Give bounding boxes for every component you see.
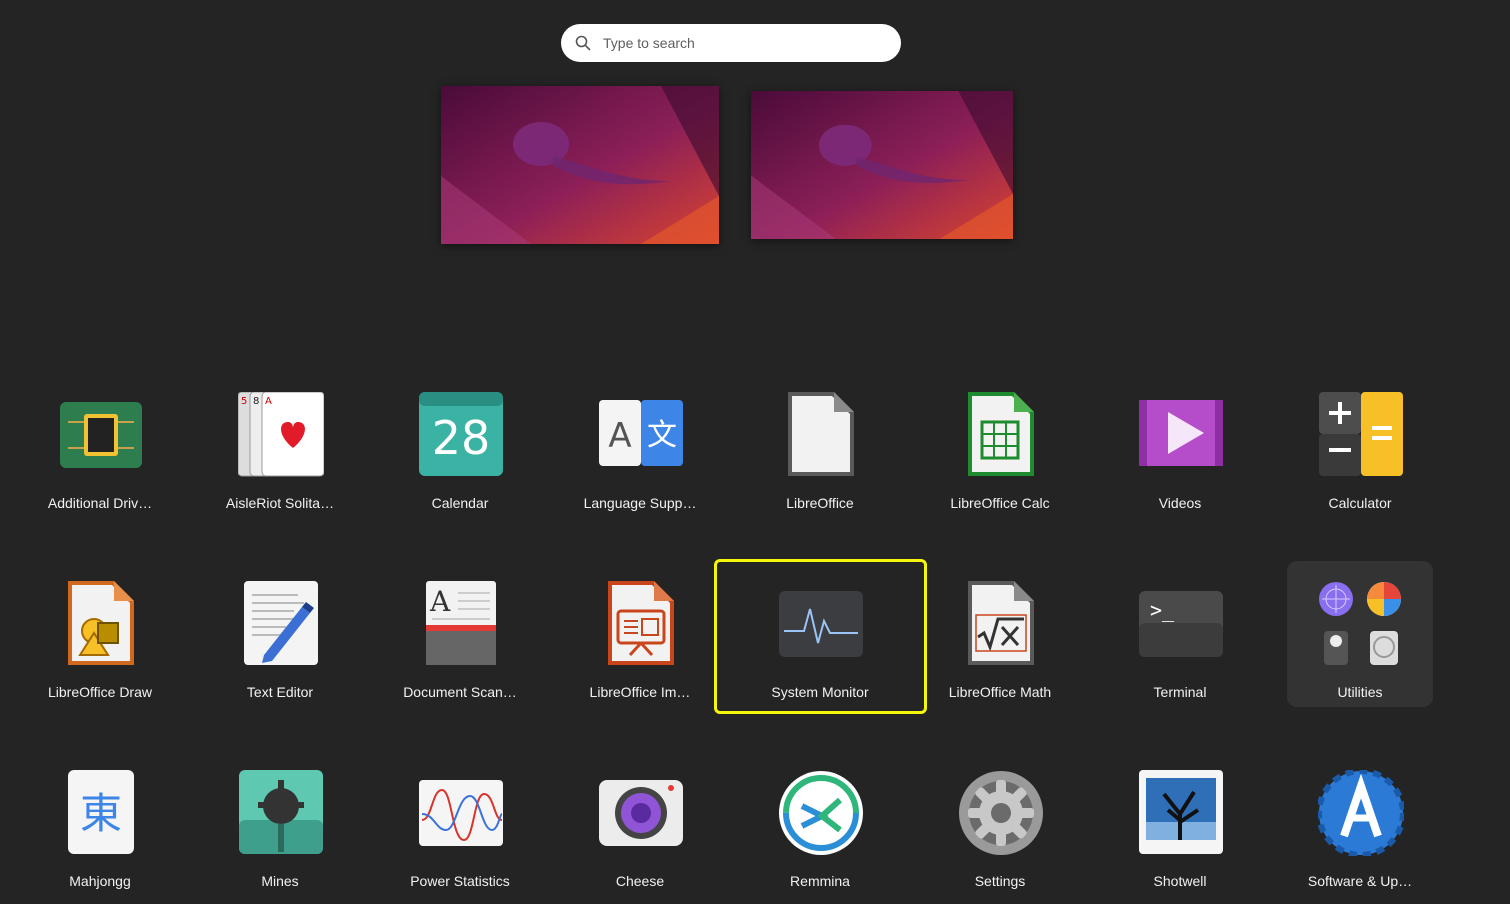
utilities-folder-icon bbox=[1319, 582, 1401, 665]
app-label: Language Supp… bbox=[583, 495, 697, 511]
text-editor-icon bbox=[244, 581, 318, 665]
app-calculator[interactable]: Calculator bbox=[1270, 376, 1450, 526]
app-calendar[interactable]: 28 Calendar bbox=[370, 376, 550, 526]
app-terminal[interactable]: >_ Terminal bbox=[1090, 565, 1270, 715]
calendar-day: 28 bbox=[432, 411, 491, 465]
terminal-icon: >_ bbox=[1139, 591, 1223, 657]
app-label: Videos bbox=[1158, 495, 1202, 511]
remmina-icon bbox=[779, 771, 863, 855]
video-play-icon bbox=[1139, 400, 1223, 466]
chip-icon bbox=[60, 402, 142, 468]
app-label: LibreOffice Draw bbox=[47, 684, 152, 700]
presentation-icon bbox=[608, 581, 674, 665]
scanner-letter: A bbox=[429, 585, 451, 618]
workspace-thumbnail-2[interactable] bbox=[751, 91, 1013, 239]
app-remmina[interactable]: Remmina bbox=[730, 754, 910, 904]
app-libreoffice-draw[interactable]: LibreOffice Draw bbox=[10, 565, 190, 715]
spreadsheet-icon bbox=[968, 392, 1034, 476]
app-label: System Monitor bbox=[771, 684, 869, 700]
software-updater-icon bbox=[1318, 770, 1404, 856]
app-label: Power Statistics bbox=[410, 873, 510, 889]
app-label: Calendar bbox=[431, 495, 489, 511]
card-rank-5: 5 bbox=[241, 396, 247, 407]
language-icon: A 文 bbox=[599, 400, 683, 466]
app-power-statistics[interactable]: Power Statistics bbox=[370, 754, 550, 904]
mahjongg-tile-icon: 東 bbox=[68, 770, 134, 854]
app-additional-drivers[interactable]: Additional Driv… bbox=[10, 376, 190, 526]
search-icon bbox=[575, 35, 591, 51]
card-rank-8: 8 bbox=[253, 396, 259, 407]
search-placeholder: Type to search bbox=[603, 35, 695, 51]
photo-tree-icon bbox=[1139, 770, 1223, 854]
app-label: LibreOffice bbox=[786, 495, 854, 511]
card-rank-ace: A bbox=[265, 396, 272, 407]
app-label: Document Scan… bbox=[403, 684, 517, 700]
search-input[interactable]: Type to search bbox=[561, 24, 901, 62]
terminal-prompt: >_ bbox=[1150, 598, 1175, 622]
app-label: Utilities bbox=[1337, 684, 1383, 700]
power-graph-icon bbox=[419, 780, 503, 846]
app-language-support[interactable]: A 文 Language Supp… bbox=[550, 376, 730, 526]
app-label: Text Editor bbox=[246, 684, 314, 700]
libreoffice-icon bbox=[788, 392, 854, 476]
app-mines[interactable]: Mines bbox=[190, 754, 370, 904]
app-label: LibreOffice Calc bbox=[950, 495, 1050, 511]
app-software-updater[interactable]: Software & Up… bbox=[1270, 754, 1450, 904]
app-label: LibreOffice Im… bbox=[589, 684, 691, 700]
app-cheese[interactable]: Cheese bbox=[550, 754, 730, 904]
app-label: Cheese bbox=[615, 873, 665, 889]
calculator-icon bbox=[1319, 392, 1403, 476]
wallpaper-jellyfish bbox=[751, 91, 1013, 239]
gear-icon bbox=[959, 771, 1043, 855]
playing-cards-icon: 5 8 A bbox=[238, 392, 324, 477]
camera-icon bbox=[599, 780, 683, 846]
app-libreoffice[interactable]: LibreOffice bbox=[730, 376, 910, 526]
system-monitor-icon bbox=[779, 591, 863, 657]
draw-icon bbox=[68, 581, 134, 665]
app-text-editor[interactable]: Text Editor bbox=[190, 565, 370, 715]
mine-icon bbox=[239, 770, 323, 854]
app-settings[interactable]: Settings bbox=[910, 754, 1090, 904]
mahjongg-glyph: 東 bbox=[80, 789, 122, 838]
app-mahjongg[interactable]: 東 Mahjongg bbox=[10, 754, 190, 904]
app-label: Settings bbox=[974, 873, 1026, 889]
app-label: Software & Up… bbox=[1307, 873, 1413, 889]
app-label: Mines bbox=[261, 873, 299, 889]
app-label: Shotwell bbox=[1153, 873, 1207, 889]
workspace-thumbnail-1[interactable] bbox=[441, 86, 719, 244]
app-label: Calculator bbox=[1328, 495, 1392, 511]
app-label: Remmina bbox=[790, 873, 850, 889]
app-aisleriot[interactable]: 5 8 A AisleRiot Solita… bbox=[190, 376, 370, 526]
app-label: LibreOffice Math bbox=[948, 684, 1052, 700]
app-libreoffice-impress[interactable]: LibreOffice Im… bbox=[550, 565, 730, 715]
app-system-monitor[interactable]: System Monitor bbox=[730, 565, 910, 715]
app-libreoffice-math[interactable]: LibreOffice Math bbox=[910, 565, 1090, 715]
app-videos[interactable]: Videos bbox=[1090, 376, 1270, 526]
wallpaper-jellyfish bbox=[441, 86, 719, 244]
app-shotwell[interactable]: Shotwell bbox=[1090, 754, 1270, 904]
document-scanner-icon: A bbox=[426, 581, 496, 665]
language-cjk-glyph: 文 bbox=[647, 418, 677, 453]
app-label: AisleRiot Solita… bbox=[225, 495, 335, 511]
app-document-scanner[interactable]: A Document Scan… bbox=[370, 565, 550, 715]
language-latin-glyph: A bbox=[608, 416, 631, 456]
app-label: Additional Driv… bbox=[47, 495, 153, 511]
calendar-icon: 28 bbox=[419, 392, 503, 476]
app-label: Mahjongg bbox=[69, 873, 131, 889]
folder-utilities[interactable]: Utilities bbox=[1270, 565, 1450, 715]
math-formula-icon bbox=[968, 581, 1034, 665]
app-label: Terminal bbox=[1153, 684, 1207, 700]
app-libreoffice-calc[interactable]: LibreOffice Calc bbox=[910, 376, 1090, 526]
